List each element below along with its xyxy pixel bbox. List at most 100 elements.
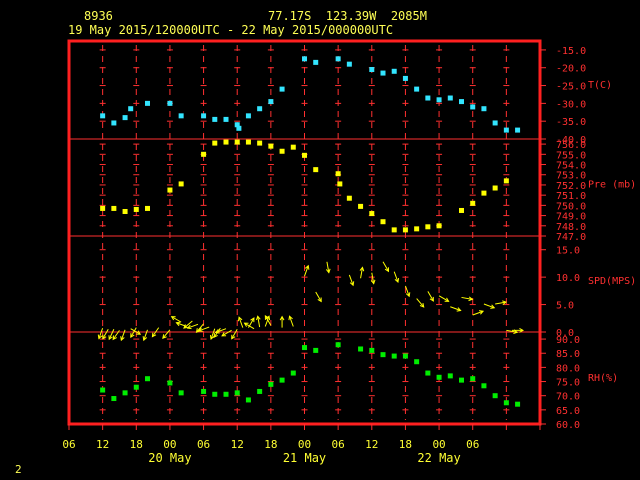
humidity-point xyxy=(223,391,229,397)
humidity-point xyxy=(414,359,420,365)
wind-arrow xyxy=(304,264,310,277)
x-tick-label: 18 xyxy=(399,438,412,451)
humidity-point xyxy=(245,397,251,403)
humidity-point xyxy=(358,346,364,352)
humidity-point xyxy=(402,353,408,359)
x-tick-label: 12 xyxy=(96,438,109,451)
temperature-axis-label: T(C) xyxy=(588,80,612,91)
wind-arrow xyxy=(279,315,285,328)
temperature-point xyxy=(402,75,408,81)
pressure-point xyxy=(257,140,263,146)
wind-y-tick-label: 5.0 xyxy=(556,301,574,312)
humidity-point xyxy=(447,373,453,379)
humidity-point xyxy=(313,347,319,353)
wind-arrow xyxy=(404,285,411,298)
temperature-point xyxy=(380,70,386,76)
wind-arrow xyxy=(483,303,496,309)
humidity-point xyxy=(111,396,117,402)
humidity-y-tick-label: 75.0 xyxy=(556,378,580,389)
pressure-point xyxy=(145,205,150,211)
humidity-axis-label: RH(%) xyxy=(588,373,618,384)
x-tick-label: 00 xyxy=(298,438,311,451)
pressure-point xyxy=(313,167,319,173)
date-label: 20 May xyxy=(148,451,191,465)
temperature-y-tick-label: -35.0 xyxy=(556,117,586,128)
pressure-point xyxy=(223,139,229,145)
temperature-point xyxy=(414,86,420,92)
temperature-point xyxy=(459,99,464,105)
pressure-point xyxy=(212,140,218,146)
temperature-point xyxy=(122,115,128,121)
humidity-point xyxy=(369,347,375,353)
pressure-point xyxy=(302,152,307,158)
wind-arrow xyxy=(315,291,322,303)
temperature-point xyxy=(335,56,341,62)
temperature-point xyxy=(279,86,285,92)
x-tick-label: 06 xyxy=(332,438,345,451)
humidity-y-tick-label: 90.0 xyxy=(556,335,580,346)
time-period: 19 May 2015/120000UTC - 22 May 2015/0000… xyxy=(68,23,394,37)
pressure-axis-label: Pre (mb) xyxy=(588,180,636,191)
humidity-point xyxy=(335,342,341,348)
humidity-point xyxy=(290,370,296,376)
wind-arrow xyxy=(102,329,109,340)
x-tick-label: 18 xyxy=(264,438,277,451)
wind-arrow xyxy=(255,315,261,328)
humidity-point xyxy=(481,383,487,389)
wind-arrow xyxy=(450,306,462,312)
humidity-point xyxy=(302,345,307,351)
pressure-y-tick-label: 747.0 xyxy=(556,232,586,243)
pressure-point xyxy=(178,181,184,187)
temperature-point xyxy=(369,67,375,73)
temperature-point xyxy=(425,95,431,101)
wind-arrow xyxy=(461,296,474,302)
pressure-point xyxy=(436,223,442,229)
wind-arrow xyxy=(438,295,450,302)
humidity-point xyxy=(268,381,274,387)
pressure-point xyxy=(335,171,341,177)
temperature-point xyxy=(515,127,521,133)
pressure-point xyxy=(391,227,397,233)
wind-arrow xyxy=(162,329,171,340)
humidity-point xyxy=(122,390,128,396)
temperature-point xyxy=(492,120,498,126)
x-tick-label: 12 xyxy=(231,438,244,451)
pressure-point xyxy=(481,190,487,196)
pressure-point xyxy=(201,151,207,157)
pressure-point xyxy=(337,181,343,187)
temperature-point xyxy=(223,116,229,122)
wind-arrow xyxy=(237,316,244,328)
humidity-point xyxy=(515,401,521,407)
humidity-y-tick-label: 80.0 xyxy=(556,363,580,374)
pressure-point xyxy=(290,144,296,150)
temperature-point xyxy=(111,120,117,126)
pressure-point xyxy=(425,224,431,230)
pressure-point xyxy=(492,185,498,191)
humidity-y-tick-label: 60.0 xyxy=(556,420,580,431)
pressure-point xyxy=(234,139,240,145)
humidity-point xyxy=(436,374,442,380)
humidity-point xyxy=(279,377,285,383)
humidity-point xyxy=(178,390,184,396)
temperature-point xyxy=(313,59,319,65)
wind-arrow xyxy=(427,291,434,302)
x-tick-label: 00 xyxy=(432,438,445,451)
humidity-y-tick-label: 70.0 xyxy=(556,392,580,403)
pressure-point xyxy=(346,195,352,201)
humidity-point xyxy=(167,380,173,386)
x-tick-label: 00 xyxy=(163,438,176,451)
station-id: 8936 xyxy=(84,9,113,23)
wind-arrow xyxy=(186,323,199,330)
temperature-point xyxy=(128,106,134,112)
wind-y-tick-label: 15.0 xyxy=(556,246,580,257)
pressure-point xyxy=(470,200,476,206)
pressure-point xyxy=(358,203,364,209)
meteogram-figure: -15.0-20.0-25.0-30.0-35.0-40.0T(C)756.07… xyxy=(62,39,636,465)
temperature-point xyxy=(346,61,352,67)
pressure-point xyxy=(279,148,285,154)
temperature-y-tick-label: -30.0 xyxy=(556,99,586,110)
wind-arrow xyxy=(170,316,182,323)
humidity-point xyxy=(470,376,476,382)
wind-arrow xyxy=(359,266,365,279)
temperature-y-tick-label: -20.0 xyxy=(556,64,586,75)
